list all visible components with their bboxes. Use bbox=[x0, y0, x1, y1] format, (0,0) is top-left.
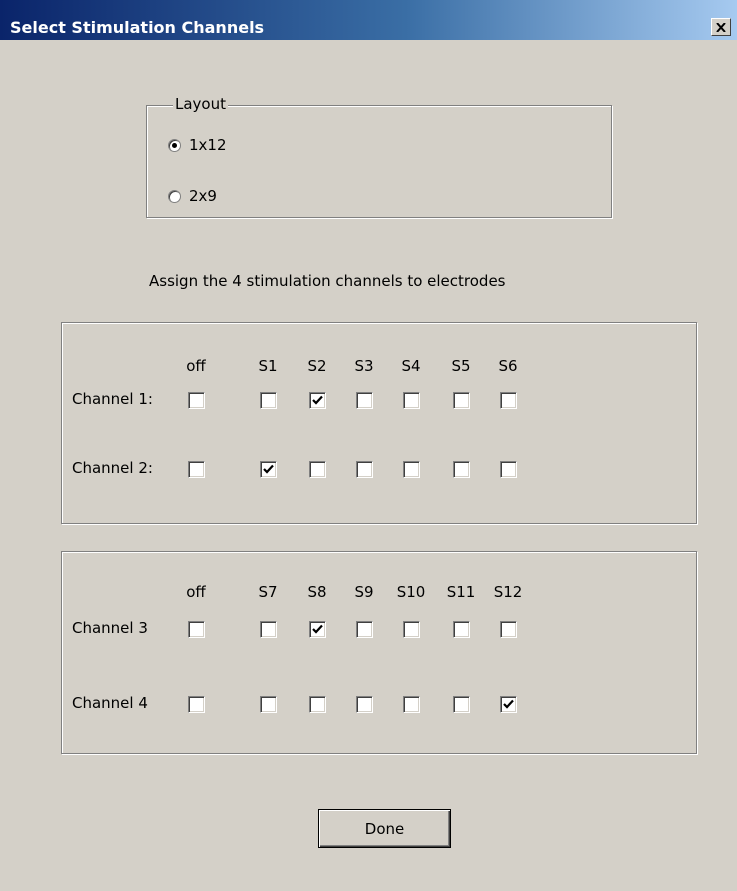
checkbox-channel1-off[interactable] bbox=[188, 392, 205, 409]
checkbox-channel4-off[interactable] bbox=[188, 696, 205, 713]
checkbox-channel2-s5[interactable] bbox=[453, 461, 470, 478]
checkbox-channel4-s12[interactable] bbox=[500, 696, 517, 713]
radio-2x9[interactable]: 2x9 bbox=[168, 187, 217, 205]
checkbox-channel1-s2[interactable] bbox=[309, 392, 326, 409]
column-header-s6: S6 bbox=[498, 357, 518, 375]
radio-2x9-label: 2x9 bbox=[189, 187, 217, 205]
checkbox-channel3-s12[interactable] bbox=[500, 621, 517, 638]
dialog-window: Select Stimulation Channels Layout 1x12 … bbox=[0, 0, 737, 891]
checkbox-channel2-s2[interactable] bbox=[309, 461, 326, 478]
done-button[interactable]: Done bbox=[318, 809, 451, 848]
radio-selected-dot bbox=[172, 142, 177, 148]
column-header-s11: S11 bbox=[446, 583, 476, 601]
column-header-s4: S4 bbox=[401, 357, 421, 375]
checkbox-channel2-off[interactable] bbox=[188, 461, 205, 478]
window-title: Select Stimulation Channels bbox=[10, 18, 265, 37]
column-header-s9: S9 bbox=[354, 583, 374, 601]
radio-1x12-label: 1x12 bbox=[189, 136, 227, 154]
checkbox-channel1-s3[interactable] bbox=[356, 392, 373, 409]
column-header-s5: S5 bbox=[451, 357, 471, 375]
checkbox-channel1-s6[interactable] bbox=[500, 392, 517, 409]
channel-label: Channel 2: bbox=[72, 459, 153, 477]
layout-legend: Layout bbox=[173, 95, 228, 113]
channels-3-4-groupbox bbox=[61, 551, 697, 754]
checkbox-channel3-s7[interactable] bbox=[260, 621, 277, 638]
column-header-off: off bbox=[186, 357, 206, 375]
column-header-s1: S1 bbox=[258, 357, 278, 375]
radio-2x9-button[interactable] bbox=[168, 189, 181, 203]
checkbox-channel3-off[interactable] bbox=[188, 621, 205, 638]
channel-label: Channel 4 bbox=[72, 694, 148, 712]
radio-1x12-button[interactable] bbox=[168, 138, 181, 152]
checkbox-channel3-s9[interactable] bbox=[356, 621, 373, 638]
checkbox-channel1-s4[interactable] bbox=[403, 392, 420, 409]
checkbox-channel2-s6[interactable] bbox=[500, 461, 517, 478]
checkbox-channel4-s9[interactable] bbox=[356, 696, 373, 713]
radio-1x12[interactable]: 1x12 bbox=[168, 136, 227, 154]
checkbox-channel2-s3[interactable] bbox=[356, 461, 373, 478]
check-icon bbox=[312, 624, 323, 634]
checkbox-channel2-s1[interactable] bbox=[260, 461, 277, 478]
channels-1-2-groupbox bbox=[61, 322, 697, 524]
check-icon bbox=[503, 699, 514, 709]
check-icon bbox=[312, 395, 323, 405]
checkbox-channel3-s11[interactable] bbox=[453, 621, 470, 638]
checkbox-channel4-s10[interactable] bbox=[403, 696, 420, 713]
checkbox-channel4-s8[interactable] bbox=[309, 696, 326, 713]
channel-label: Channel 3 bbox=[72, 619, 148, 637]
close-button[interactable] bbox=[711, 18, 731, 36]
column-header-s3: S3 bbox=[354, 357, 374, 375]
checkbox-channel1-s5[interactable] bbox=[453, 392, 470, 409]
checkbox-channel3-s10[interactable] bbox=[403, 621, 420, 638]
title-bar[interactable]: Select Stimulation Channels bbox=[0, 0, 737, 40]
checkbox-channel2-s4[interactable] bbox=[403, 461, 420, 478]
checkbox-channel4-s7[interactable] bbox=[260, 696, 277, 713]
column-header-s2: S2 bbox=[307, 357, 327, 375]
close-icon bbox=[716, 22, 726, 32]
instruction-text: Assign the 4 stimulation channels to ele… bbox=[149, 272, 506, 290]
checkbox-channel4-s11[interactable] bbox=[453, 696, 470, 713]
done-button-label: Done bbox=[364, 819, 405, 838]
column-header-s12: S12 bbox=[493, 583, 523, 601]
column-header-s10: S10 bbox=[396, 583, 426, 601]
channel-label: Channel 1: bbox=[72, 390, 153, 408]
check-icon bbox=[263, 464, 274, 474]
checkbox-channel1-s1[interactable] bbox=[260, 392, 277, 409]
checkbox-channel3-s8[interactable] bbox=[309, 621, 326, 638]
column-header-s7: S7 bbox=[258, 583, 278, 601]
column-header-s8: S8 bbox=[307, 583, 327, 601]
column-header-off: off bbox=[186, 583, 206, 601]
